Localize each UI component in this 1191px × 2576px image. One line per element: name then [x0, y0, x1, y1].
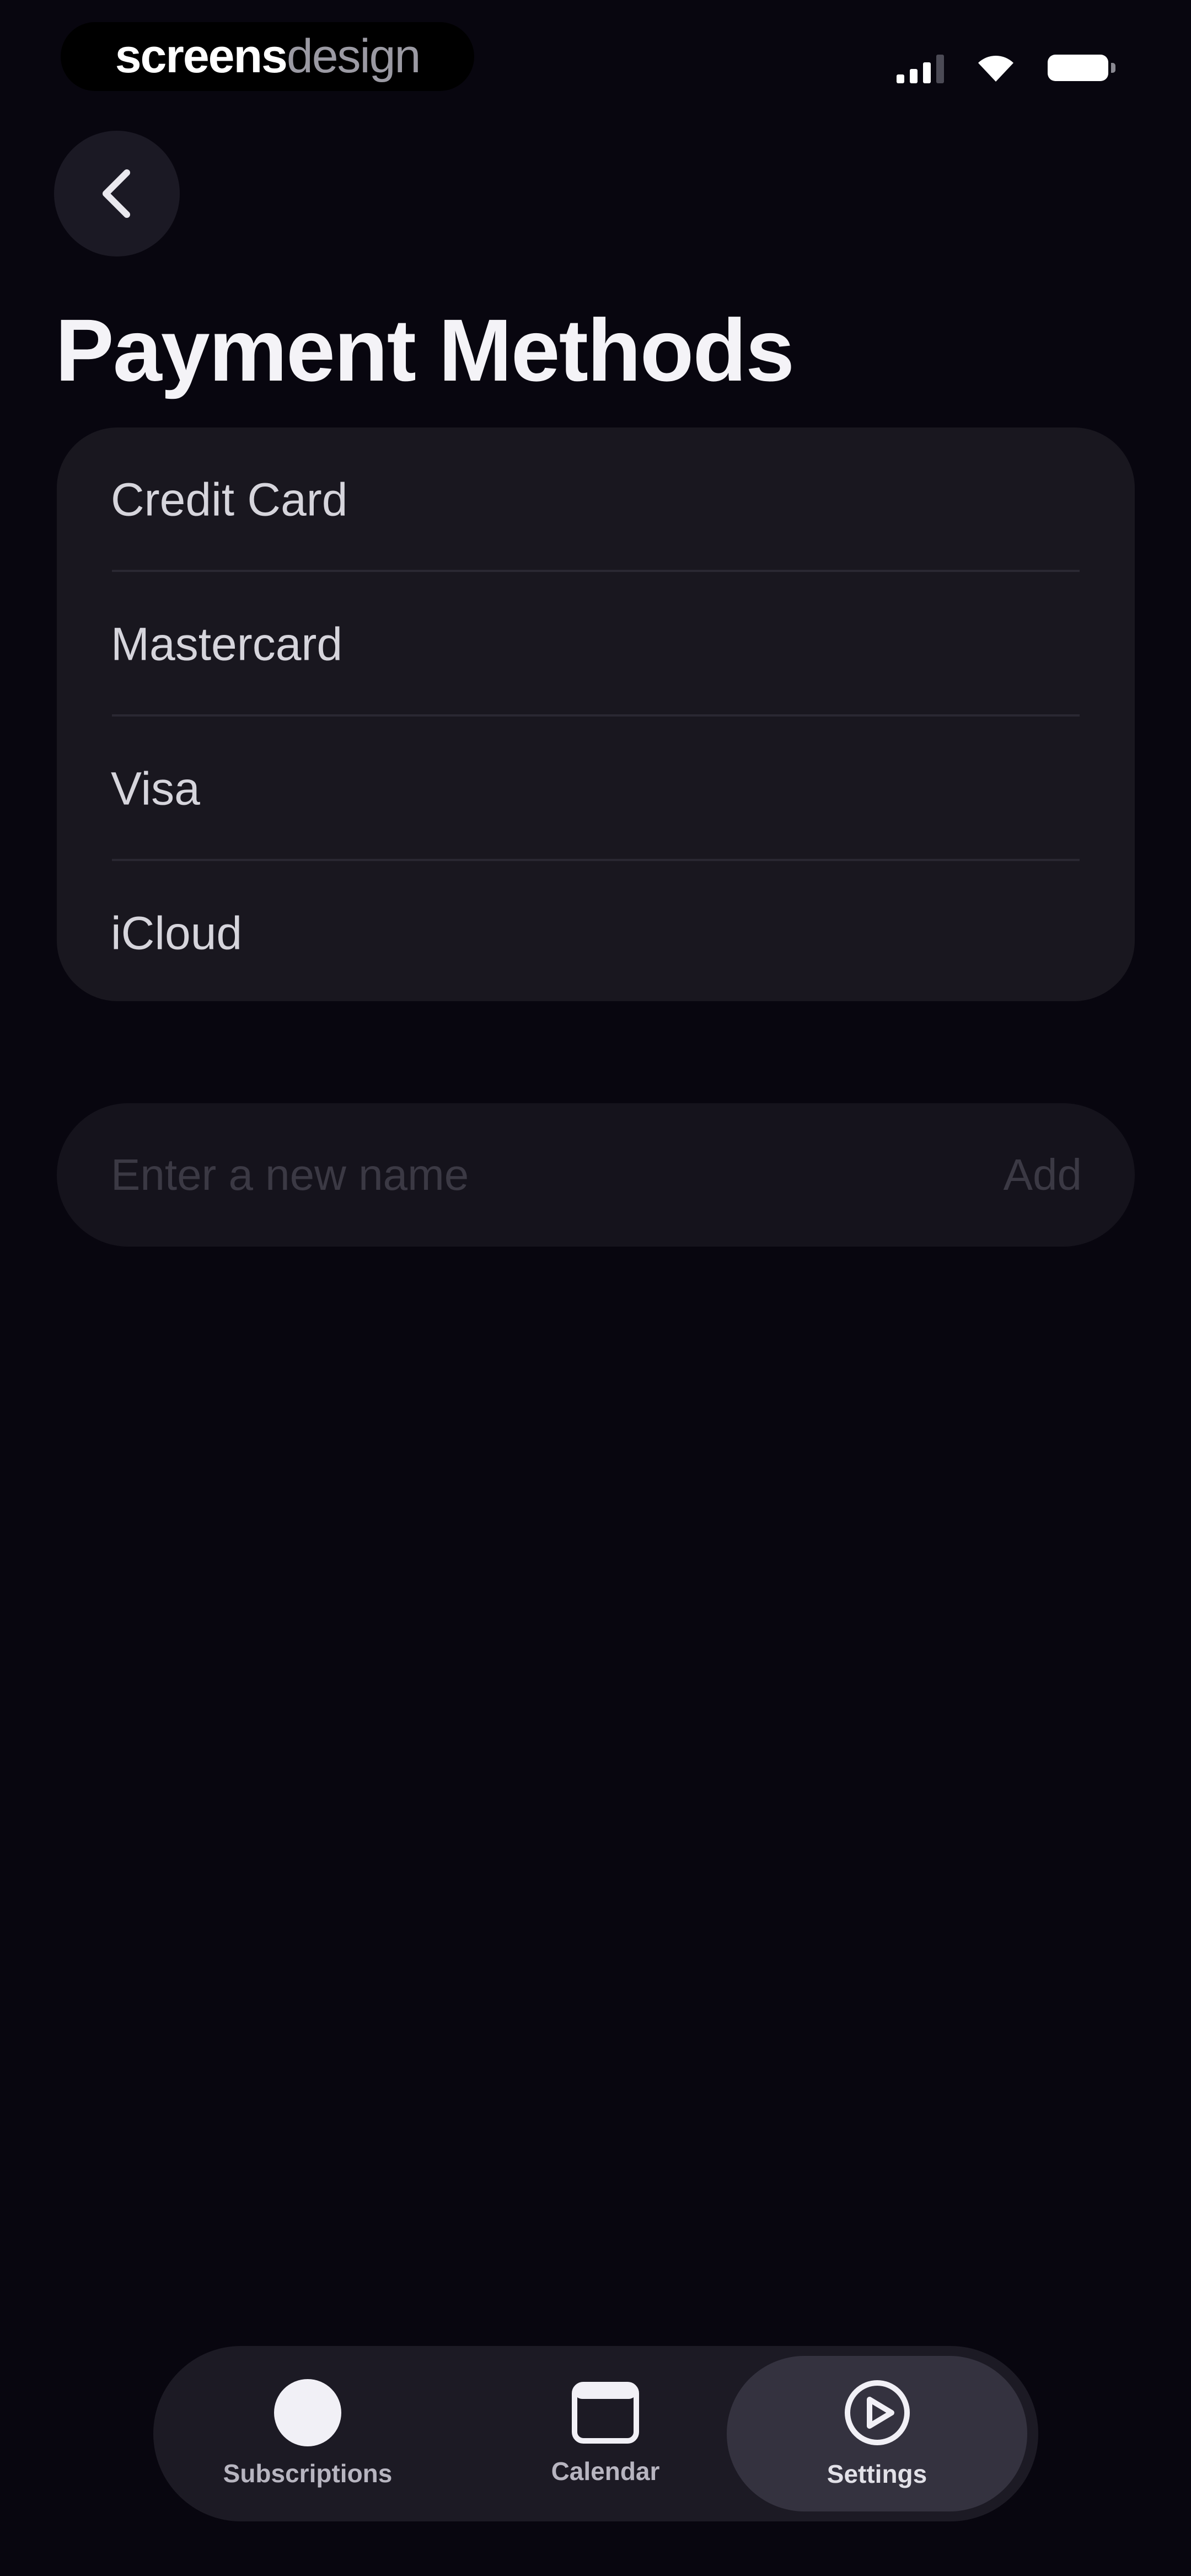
- calendar-icon: [571, 2381, 640, 2444]
- brand-watermark: screens design: [61, 22, 474, 91]
- add-button[interactable]: Add: [1004, 1103, 1082, 1247]
- payment-method-item[interactable]: Mastercard: [57, 572, 1135, 717]
- payment-method-item[interactable]: Credit Card: [57, 427, 1135, 572]
- tab-label: Calendar: [551, 2457, 660, 2486]
- back-button[interactable]: [54, 131, 180, 256]
- payment-method-label: iCloud: [111, 907, 243, 959]
- wifi-icon: [978, 55, 1013, 82]
- cellular-signal-icon: [897, 53, 944, 83]
- payment-methods-list: Credit Card Mastercard Visa iCloud: [57, 427, 1135, 1001]
- payment-method-item[interactable]: Visa: [57, 717, 1135, 861]
- payment-method-label: Visa: [111, 762, 200, 815]
- tab-label: Subscriptions: [223, 2459, 393, 2488]
- brand-text-bold: screens: [115, 30, 288, 83]
- tab-bar: Subscriptions Calendar Settings: [153, 2346, 1038, 2521]
- status-bar: screens design: [0, 0, 1191, 127]
- chevron-left-icon: [103, 169, 130, 218]
- payment-method-label: Mastercard: [111, 618, 343, 670]
- tab-calendar[interactable]: Calendar: [506, 2346, 705, 2521]
- new-name-input[interactable]: [111, 1103, 938, 1247]
- payment-method-label: Credit Card: [111, 473, 348, 526]
- page-title: Payment Methods: [55, 301, 795, 399]
- tab-label: Settings: [827, 2460, 927, 2488]
- circle-icon: [274, 2379, 341, 2446]
- play-circle-icon: [843, 2379, 911, 2447]
- add-payment-method-bar: Add: [57, 1103, 1135, 1247]
- brand-text-light: design: [286, 30, 421, 83]
- tab-subscriptions[interactable]: Subscriptions: [186, 2346, 429, 2521]
- battery-icon: [1048, 55, 1115, 81]
- tab-settings[interactable]: Settings: [727, 2356, 1027, 2511]
- payment-method-item[interactable]: iCloud: [57, 861, 1135, 1001]
- status-icons: [897, 49, 1115, 87]
